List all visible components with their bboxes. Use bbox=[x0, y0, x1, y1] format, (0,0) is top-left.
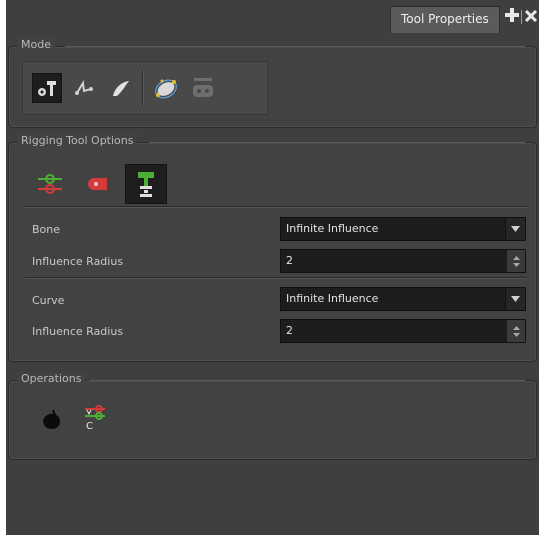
bone-label: Bone bbox=[32, 223, 61, 236]
curve-influence-value: Infinite Influence bbox=[286, 292, 379, 305]
ik-bone-icon[interactable] bbox=[69, 73, 99, 103]
curve-deformer-icon[interactable] bbox=[80, 167, 114, 201]
spinner-arrows-icon[interactable] bbox=[507, 250, 525, 272]
curve-influence-radius-value: 2 bbox=[286, 324, 293, 337]
mode-toolbar bbox=[22, 61, 268, 115]
envelope-rig-icon[interactable] bbox=[125, 164, 167, 204]
rigging-hammer-icon[interactable] bbox=[32, 73, 62, 103]
tab-separator bbox=[521, 10, 522, 24]
chevron-down-icon[interactable] bbox=[505, 218, 525, 240]
tool-properties-tab[interactable]: Tool Properties bbox=[390, 6, 500, 33]
convert-to-drawing-icon[interactable] bbox=[37, 405, 67, 435]
plus-icon[interactable] bbox=[504, 8, 520, 26]
set-rest-curve-icon[interactable]: C bbox=[81, 401, 111, 433]
curve-label: Curve bbox=[32, 294, 65, 307]
svg-text:C: C bbox=[86, 421, 93, 431]
envelope-deformer-icon[interactable] bbox=[151, 73, 181, 103]
mode-title: Mode bbox=[17, 38, 55, 51]
tool-properties-panel: Tool Properties Mode Rigging Tool Option… bbox=[6, 0, 539, 535]
curve-brush-icon[interactable] bbox=[106, 73, 136, 103]
spinner-arrows-icon[interactable] bbox=[507, 320, 525, 342]
curve-influence-dropdown[interactable]: Infinite Influence bbox=[280, 287, 526, 311]
mode-group: Mode bbox=[8, 38, 537, 128]
panel-tab-bar: Tool Properties bbox=[6, 0, 539, 33]
tab-title: Tool Properties bbox=[401, 12, 489, 26]
bone-influence-value: Infinite Influence bbox=[286, 222, 379, 235]
operations-title: Operations bbox=[17, 372, 86, 385]
bone-influence-dropdown[interactable]: Infinite Influence bbox=[280, 217, 526, 241]
rigging-options-title: Rigging Tool Options bbox=[17, 134, 138, 147]
bone-chain-icon[interactable] bbox=[33, 167, 67, 201]
bone-influence-radius-value: 2 bbox=[286, 254, 293, 267]
game-rig-icon[interactable] bbox=[188, 73, 218, 103]
curve-influence-radius-field[interactable]: 2 bbox=[280, 319, 526, 343]
bone-influence-radius-field[interactable]: 2 bbox=[280, 249, 526, 273]
operations-group: Operations C bbox=[8, 372, 537, 460]
curve-influence-radius-label: Influence Radius bbox=[32, 325, 124, 338]
bone-influence-radius-label: Influence Radius bbox=[32, 255, 124, 268]
rigging-options-group: Rigging Tool Options Bone Infinite Influ… bbox=[8, 134, 537, 362]
close-icon[interactable] bbox=[523, 8, 539, 26]
chevron-down-icon[interactable] bbox=[505, 288, 525, 310]
